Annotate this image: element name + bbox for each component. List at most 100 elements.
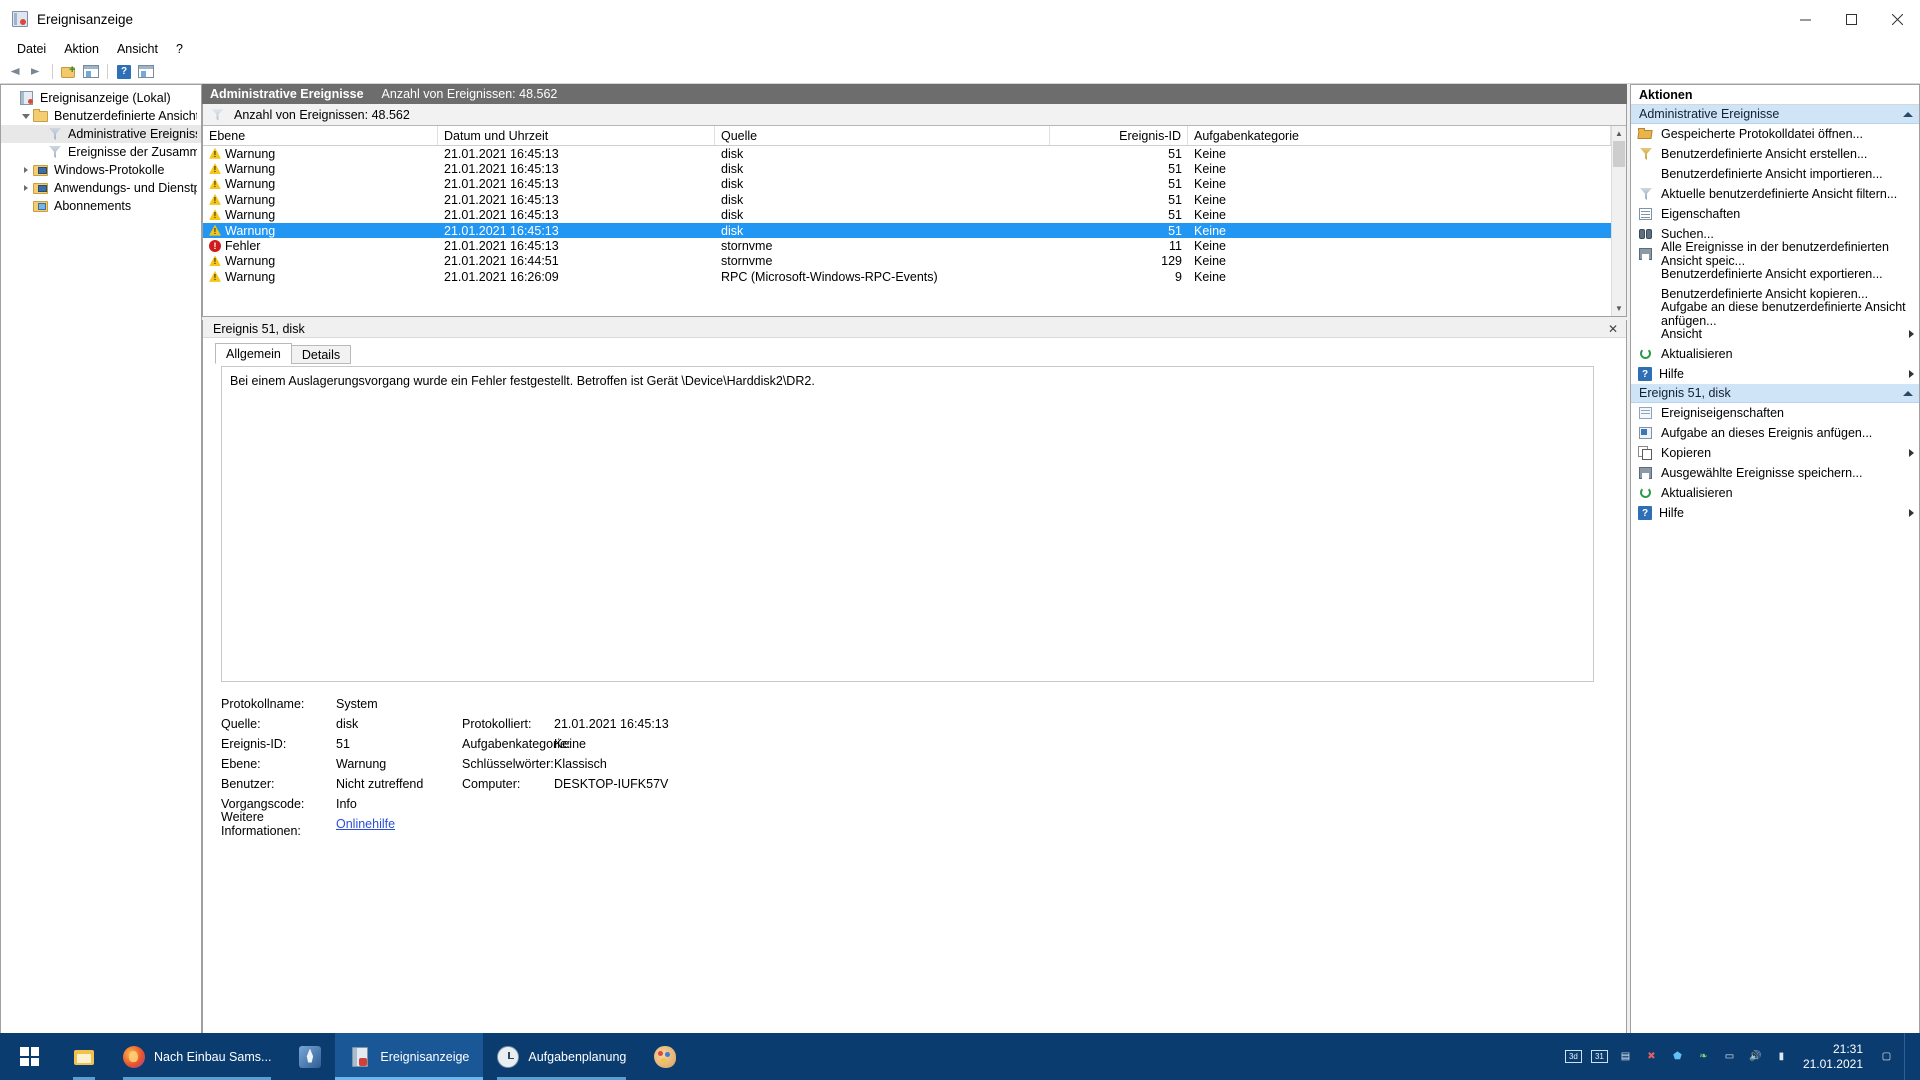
taskbar-item-0[interactable] xyxy=(59,1033,109,1080)
warning-icon xyxy=(209,194,221,206)
event-message-box[interactable]: Bei einem Auslagerungsvorgang wurde ein … xyxy=(221,366,1594,682)
notification-icon[interactable]: ▢ xyxy=(1878,1048,1895,1065)
tab-allgemein[interactable]: Allgemein xyxy=(215,343,292,364)
scroll-up-icon[interactable]: ▲ xyxy=(1612,126,1626,141)
tree-item-2[interactable]: Administrative Ereignisse xyxy=(1,125,201,143)
label-aufgabenkategorie: Aufgabenkategorie: xyxy=(462,737,571,751)
tree-item-6[interactable]: Abonnements xyxy=(1,197,201,215)
red-x-icon[interactable]: ✖ xyxy=(1643,1048,1660,1065)
back-button[interactable] xyxy=(4,62,24,82)
help-button[interactable]: ? xyxy=(114,62,134,82)
action-item-0-0[interactable]: Gespeicherte Protokolldatei öffnen... xyxy=(1631,124,1919,144)
folder-pc-icon xyxy=(33,163,49,177)
action-item-0-7[interactable]: Benutzerdefinierte Ansicht exportieren..… xyxy=(1631,264,1919,284)
table-row[interactable]: Warnung 21.01.2021 16:45:13 disk 51 Keine xyxy=(203,222,1611,239)
label-ebene: Ebene: xyxy=(221,757,261,771)
taskbar-item-5[interactable] xyxy=(640,1033,690,1080)
tree-item-3[interactable]: Ereignisse der Zusammenfassu xyxy=(1,143,201,161)
column-header-ebene[interactable]: Ebene xyxy=(203,126,438,145)
3d-icon[interactable]: 3d xyxy=(1564,1050,1582,1063)
menu-datei[interactable]: Datei xyxy=(8,40,55,58)
taskbar-clock[interactable]: 21:31 21.01.2021 xyxy=(1799,1042,1869,1072)
action-item-0-9[interactable]: Aufgabe an diese benutzerdefinierte Ansi… xyxy=(1631,300,1919,328)
start-button[interactable] xyxy=(0,1033,59,1080)
speaker-icon[interactable]: 🔊 xyxy=(1747,1048,1764,1065)
action-item-0-2[interactable]: Benutzerdefinierte Ansicht importieren..… xyxy=(1631,164,1919,184)
onlinehilfe-link[interactable]: Onlinehilfe xyxy=(336,817,462,831)
show-desktop-button[interactable] xyxy=(1904,1033,1912,1080)
maximize-button[interactable] xyxy=(1828,0,1874,38)
taskbar-item-3[interactable]: Ereignisanzeige xyxy=(335,1033,484,1080)
taskbar-item-4[interactable]: Aufgabenplanung xyxy=(483,1033,640,1080)
column-header-aufgabenkategorie[interactable]: Aufgabenkategorie xyxy=(1188,126,1611,145)
actions-group-header-1[interactable]: Ereignis 51, disk xyxy=(1631,384,1919,403)
minimize-button[interactable] xyxy=(1782,0,1828,38)
actions-group-header-0[interactable]: Administrative Ereignisse xyxy=(1631,105,1919,124)
open-folder-icon xyxy=(1637,127,1654,141)
collapse-caret-icon[interactable] xyxy=(1903,390,1913,396)
table-row[interactable]: Warnung 21.01.2021 16:44:51 stornvme 129 Kei… xyxy=(203,254,1611,269)
table-row[interactable]: Warnung 21.01.2021 16:45:13 disk 51 Keine xyxy=(203,177,1611,192)
action-item-0-1[interactable]: Benutzerdefinierte Ansicht erstellen... xyxy=(1631,144,1919,164)
action-item-1-1[interactable]: Aufgabe an dieses Ereignis anfügen... xyxy=(1631,423,1919,443)
action-item-1-3[interactable]: Ausgewählte Ereignisse speichern... xyxy=(1631,463,1919,483)
scroll-down-icon[interactable]: ▼ xyxy=(1612,301,1626,316)
action-item-1-5[interactable]: ? Hilfe xyxy=(1631,503,1919,523)
event-list-vertical-scrollbar[interactable]: ▲ ▼ xyxy=(1611,126,1626,316)
save-icon xyxy=(1638,247,1654,261)
detail-close-icon[interactable]: ✕ xyxy=(1606,322,1620,336)
action-item-0-6[interactable]: Alle Ereignisse in der benutzerdefiniert… xyxy=(1631,240,1919,268)
menu-ansicht[interactable]: Ansicht xyxy=(108,40,167,58)
action-item-1-4[interactable]: Aktualisieren xyxy=(1631,483,1919,503)
leaf-icon[interactable]: ❧ xyxy=(1695,1048,1712,1065)
tree-twisty-4[interactable] xyxy=(19,167,33,173)
column-header-ereignis-id[interactable]: Ereignis-ID xyxy=(1050,126,1188,145)
network-icon[interactable]: ▮ xyxy=(1773,1048,1790,1065)
forward-button[interactable] xyxy=(26,62,46,82)
event-scroll-thumb[interactable] xyxy=(1613,141,1625,167)
shield-icon[interactable]: ⬟ xyxy=(1669,1048,1686,1065)
document-icon[interactable]: ▤ xyxy=(1617,1048,1634,1065)
system-tray: 3d 31 ▤ ✖ ⬟ ❧ ▭ 🔊 ▮ 21:31 21.01.2021 ▢ xyxy=(1564,1033,1920,1080)
event-grid-rows: Warnung21.01.2021 16:45:13disk51KeineWar… xyxy=(203,146,1611,316)
action-item-1-2[interactable]: Kopieren xyxy=(1631,443,1919,463)
table-row[interactable]: Warnung 21.01.2021 16:45:13 disk 51 Keine xyxy=(203,208,1611,223)
tree-item-4[interactable]: Windows-Protokolle xyxy=(1,161,201,179)
show-pane-button[interactable] xyxy=(136,62,156,82)
collapse-caret-icon[interactable] xyxy=(1903,111,1913,117)
new-view-button[interactable]: + xyxy=(59,62,79,82)
menu-aktion[interactable]: Aktion xyxy=(55,40,108,58)
tab-details[interactable]: Details xyxy=(290,345,352,364)
tree-twisty-1[interactable] xyxy=(19,113,33,119)
table-row[interactable]: Warnung 21.01.2021 16:45:13 disk 51 Keine xyxy=(203,161,1611,176)
cell-ebene: Warnung xyxy=(203,177,438,191)
action-item-0-12[interactable]: ? Hilfe xyxy=(1631,364,1919,384)
action-item-label: Aktualisieren xyxy=(1661,347,1733,361)
actions-pane: Aktionen Administrative Ereignisse Gespei… xyxy=(1630,84,1920,1080)
31-icon[interactable]: 31 xyxy=(1590,1050,1608,1063)
menu-hilfe[interactable]: ? xyxy=(167,40,192,58)
column-header-quelle[interactable]: Quelle xyxy=(715,126,1050,145)
taskbar-item-1[interactable]: Nach Einbau Sams... xyxy=(109,1033,285,1080)
properties-window-button[interactable] xyxy=(81,62,101,82)
action-item-0-4[interactable]: Eigenschaften xyxy=(1631,204,1919,224)
table-row[interactable]: Warnung 21.01.2021 16:26:09 RPC (Microsoft… xyxy=(203,269,1611,284)
table-row[interactable]: Warnung 21.01.2021 16:45:13 disk 51 Keine xyxy=(203,192,1611,207)
column-header-datum[interactable]: Datum und Uhrzeit xyxy=(438,126,715,145)
action-item-0-3[interactable]: Aktuelle benutzerdefinierte Ansicht filt… xyxy=(1631,184,1919,204)
cell-aufgabenkategorie: Keine xyxy=(1194,269,1226,284)
tree-item-0[interactable]: Ereignisanzeige (Lokal) xyxy=(1,89,201,107)
action-item-1-0[interactable]: Ereigniseigenschaften xyxy=(1631,403,1919,423)
event-scroll-track[interactable] xyxy=(1612,141,1626,301)
tree-item-1[interactable]: Benutzerdefinierte Ansichten xyxy=(1,107,201,125)
table-row[interactable]: Warnung 21.01.2021 16:45:13 disk 51 Keine xyxy=(203,146,1611,161)
taskbar-item-2[interactable] xyxy=(285,1033,335,1080)
tree-item-5[interactable]: Anwendungs- und Dienstprotoko xyxy=(1,179,201,197)
tree-twisty-5[interactable] xyxy=(19,185,33,191)
warning-icon xyxy=(209,209,221,221)
action-item-0-11[interactable]: Aktualisieren xyxy=(1631,344,1919,364)
monitor-icon[interactable]: ▭ xyxy=(1721,1048,1738,1065)
table-row[interactable]: Fehler 21.01.2021 16:45:13 stornvme 11 Keine xyxy=(203,238,1611,253)
close-button[interactable] xyxy=(1874,0,1920,38)
filter-summary-row[interactable]: Anzahl von Ereignissen: 48.562 xyxy=(203,104,1626,126)
